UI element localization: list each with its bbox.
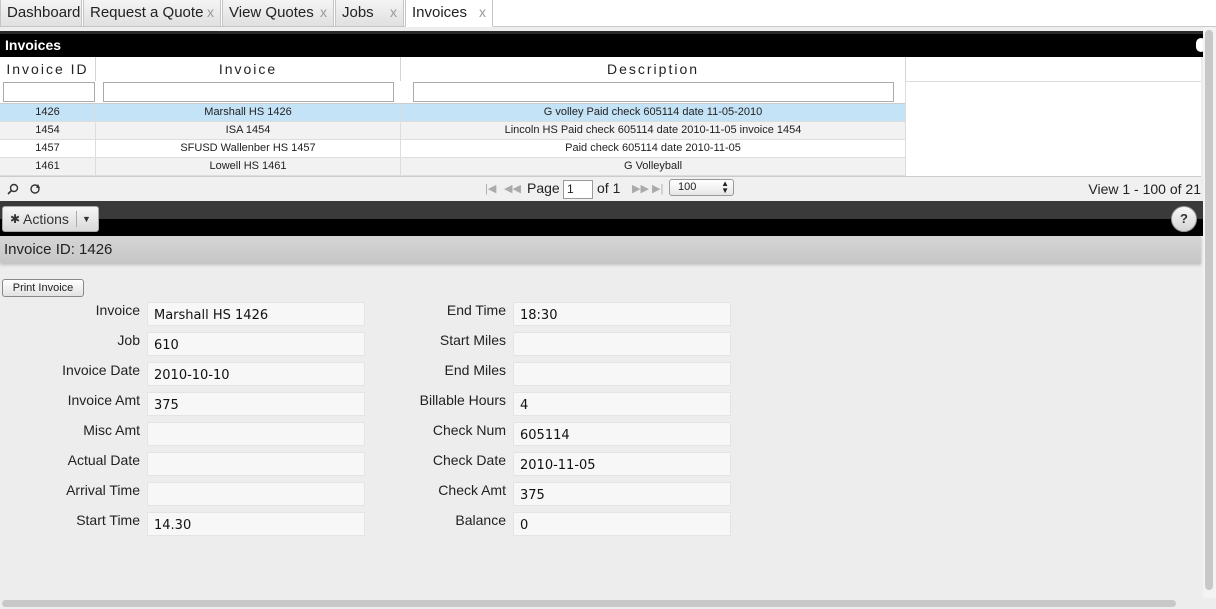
chevron-down-icon: ▼	[82, 214, 91, 224]
field-actual-date[interactable]	[147, 452, 365, 476]
print-invoice-button[interactable]: Print Invoice	[2, 279, 84, 297]
cell-invoice-id: 1457	[0, 140, 96, 158]
field-label-check-amt: Check Amt	[438, 482, 506, 498]
tab-label: Request a Quote	[90, 4, 204, 21]
close-icon[interactable]: x	[207, 0, 214, 25]
field-label-invoice: Invoice	[95, 302, 140, 318]
page-count: of 1	[597, 180, 621, 196]
field-label-balance: Balance	[455, 512, 506, 528]
filter-invoice-id-input[interactable]	[3, 82, 95, 102]
tab-label: Dashboard	[7, 4, 81, 21]
field-label-end-time: End Time	[446, 302, 506, 318]
field-misc-amt[interactable]	[147, 422, 365, 446]
detail-title: Invoice ID: 1426	[0, 236, 1201, 263]
button-divider	[76, 211, 77, 227]
tab-invoices[interactable]: Invoices x	[405, 0, 493, 27]
actions-label: Actions	[23, 211, 69, 227]
tab-request-a-quote[interactable]: Request a Quote x	[83, 0, 221, 27]
tab-dashboard[interactable]: Dashboard	[0, 0, 82, 27]
gear-icon: ✱	[10, 212, 21, 226]
tab-jobs[interactable]: Jobs x	[335, 0, 404, 27]
tab-label: Invoices	[412, 4, 468, 21]
page-label: Page	[527, 180, 560, 196]
field-label-start-time: Start Time	[76, 512, 140, 528]
actions-bar: ✱ Actions ▼	[0, 201, 1203, 236]
field-invoice[interactable]: Marshall HS 1426	[147, 302, 365, 326]
field-billable-hours[interactable]: 4	[513, 392, 731, 416]
close-icon[interactable]: x	[479, 0, 486, 25]
field-start-time[interactable]: 14.30	[147, 512, 365, 536]
tab-label: View Quotes	[229, 4, 314, 21]
field-label-actual-date: Actual Date	[67, 452, 140, 468]
field-end-miles[interactable]	[513, 362, 731, 386]
field-balance[interactable]: 0	[513, 512, 731, 536]
cell-invoice: SFUSD Wallenber HS 1457	[96, 140, 401, 158]
field-label-end-miles: End Miles	[444, 362, 506, 378]
table-row[interactable]: 1454 ISA 1454 Lincoln HS Paid check 6051…	[0, 122, 906, 140]
field-start-miles[interactable]	[513, 332, 731, 356]
close-icon[interactable]: x	[320, 0, 327, 25]
field-label-start-miles: Start Miles	[439, 332, 506, 348]
field-label-billable-hours: Billable Hours	[419, 392, 506, 408]
field-label-misc-amt: Misc Amt	[83, 422, 140, 438]
cell-invoice-id: 1454	[0, 122, 96, 140]
search-icon[interactable]	[7, 183, 19, 195]
actions-menu-button[interactable]: ✱ Actions ▼	[2, 206, 99, 232]
table-row[interactable]: 1461 Lowell HS 1461 G Volleyball	[0, 158, 906, 176]
refresh-icon[interactable]	[29, 183, 41, 195]
field-label-invoice-amt: Invoice Amt	[67, 392, 140, 408]
cell-invoice-id: 1426	[0, 104, 96, 122]
field-arrival-time[interactable]	[147, 482, 365, 506]
tab-label: Jobs	[342, 4, 374, 21]
cell-invoice: Lowell HS 1461	[96, 158, 401, 176]
column-header-invoice-id[interactable]: Invoice ID	[0, 57, 96, 81]
rows-per-page-value: 100	[678, 181, 697, 193]
column-header-description[interactable]: Description	[401, 57, 906, 81]
close-icon[interactable]: x	[390, 0, 397, 25]
first-page-icon[interactable]: |◀	[485, 182, 496, 195]
cell-invoice-id: 1461	[0, 158, 96, 176]
updown-icon: ▲ ▼	[721, 179, 729, 195]
table-row[interactable]: 1426 Marshall HS 1426 G volley Paid chec…	[0, 104, 906, 122]
rows-per-page-select[interactable]: 100 ▲ ▼	[669, 179, 734, 196]
filter-description-input[interactable]	[413, 82, 894, 102]
field-job[interactable]: 610	[147, 332, 365, 356]
page-number-input[interactable]: 1	[563, 180, 593, 199]
field-label-check-num: Check Num	[432, 422, 506, 438]
last-page-icon[interactable]: ▶|	[652, 182, 663, 195]
field-label-arrival-time: Arrival Time	[66, 482, 140, 498]
tab-view-quotes[interactable]: View Quotes x	[222, 0, 334, 27]
cell-invoice: Marshall HS 1426	[96, 104, 401, 122]
cell-invoice: ISA 1454	[96, 122, 401, 140]
vertical-scroll-thumb[interactable]	[1205, 30, 1213, 590]
cell-description: Lincoln HS Paid check 605114 date 2010-1…	[401, 122, 906, 140]
prev-page-icon[interactable]: ◀◀	[504, 182, 521, 195]
field-check-num[interactable]: 605114	[513, 422, 731, 446]
column-header-invoice[interactable]: Invoice	[96, 57, 401, 81]
field-label-invoice-date: Invoice Date	[62, 362, 140, 378]
field-check-date[interactable]: 2010-11-05	[513, 452, 731, 476]
field-invoice-date[interactable]: 2010-10-10	[147, 362, 365, 386]
help-button[interactable]: ?	[1171, 206, 1197, 232]
tab-bar: Dashboard Request a Quote x View Quotes x …	[0, 0, 1216, 27]
field-end-time[interactable]: 18:30	[513, 302, 731, 326]
next-page-icon[interactable]: ▶▶	[632, 182, 649, 195]
horizontal-scroll-thumb[interactable]	[2, 600, 1176, 607]
grid-title-bar: Invoices	[0, 31, 1206, 57]
cell-description: G volley Paid check 605114 date 11-05-20…	[401, 104, 906, 122]
view-range-text: View 1 - 100 of 21	[1088, 181, 1201, 197]
cell-description: Paid check 605114 date 2010-11-05	[401, 140, 906, 158]
field-label-job: Job	[117, 332, 140, 348]
grid-pager: |◀ ◀◀ Page 1 of 1 ▶▶ ▶| 100 ▲ ▼ View 1 - …	[0, 176, 1201, 201]
field-label-check-date: Check Date	[432, 452, 506, 468]
grid-title: Invoices	[5, 37, 62, 53]
cell-description: G Volleyball	[401, 158, 906, 176]
filter-invoice-input[interactable]	[103, 82, 394, 102]
table-row[interactable]: 1457 SFUSD Wallenber HS 1457 Paid check …	[0, 140, 906, 158]
field-check-amt[interactable]: 375	[513, 482, 731, 506]
field-invoice-amt[interactable]: 375	[147, 392, 365, 416]
